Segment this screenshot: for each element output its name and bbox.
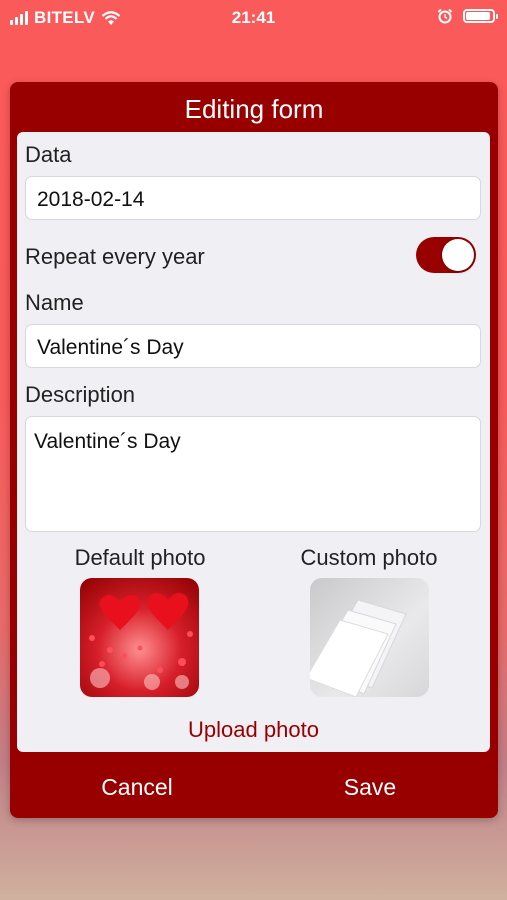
default-photo-thumbnail[interactable]: [80, 578, 199, 697]
description-label: Description: [25, 382, 136, 407]
status-bar: BITELV 21:41: [0, 0, 507, 36]
name-label: Name: [25, 290, 84, 315]
custom-photo-thumbnail[interactable]: [310, 578, 429, 697]
toggle-knob: [442, 239, 474, 271]
upload-photo-link[interactable]: Upload photo: [17, 717, 490, 743]
description-field[interactable]: Valentine´s Day: [25, 416, 481, 532]
dialog-title: Editing form: [184, 94, 324, 124]
form-panel: Data 2018-02-14 Repeat every year Name V…: [17, 132, 490, 752]
default-photo-label: Default photo: [74, 545, 206, 570]
battery-icon: [463, 9, 498, 23]
repeat-toggle[interactable]: [416, 237, 476, 273]
status-time: 21:41: [231, 8, 276, 27]
date-field[interactable]: 2018-02-14: [25, 176, 481, 220]
custom-photo-label: Custom photo: [300, 545, 438, 570]
hearts-image: [89, 593, 193, 690]
editing-dialog: Editing form Data 2018-02-14 Repeat ever…: [10, 82, 498, 818]
status-right: [437, 8, 498, 24]
cancel-button[interactable]: Cancel: [37, 774, 237, 801]
paper-stack-image: [310, 599, 407, 697]
save-button[interactable]: Save: [270, 774, 470, 801]
repeat-label: Repeat every year: [25, 244, 205, 269]
alarm-icon: [437, 8, 453, 24]
data-label: Data: [25, 142, 72, 167]
name-field[interactable]: Valentine´s Day: [25, 324, 481, 368]
